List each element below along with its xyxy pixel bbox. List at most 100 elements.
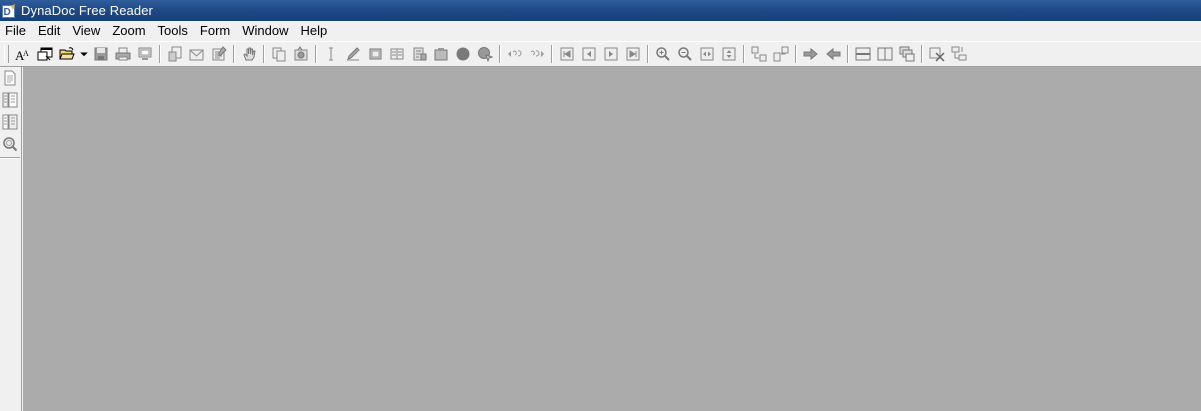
open-window-button[interactable] (34, 43, 56, 65)
tree-icon (951, 46, 967, 61)
arrow-left-icon (826, 47, 841, 61)
monitor-icon (138, 47, 152, 60)
toolbar-separator (159, 45, 161, 63)
toolbar-separator (795, 45, 797, 63)
toolbar-separator (315, 45, 317, 63)
fit-width-button[interactable] (696, 43, 718, 65)
go-back-button[interactable] (822, 43, 844, 65)
stamp-icon (369, 48, 382, 60)
menu-help[interactable]: Help (295, 21, 334, 41)
globe-icon (478, 47, 493, 62)
search-icon (3, 137, 18, 152)
stamp-button[interactable] (364, 43, 386, 65)
single-page-button[interactable] (852, 43, 874, 65)
tree-view-button[interactable] (948, 43, 970, 65)
attachment-icon (413, 47, 427, 61)
toolbar-separator (921, 45, 923, 63)
attach-button[interactable] (408, 43, 430, 65)
go-forward-button[interactable] (800, 43, 822, 65)
columns-button[interactable] (386, 43, 408, 65)
circle-icon (456, 47, 470, 61)
two-page-button[interactable] (874, 43, 896, 65)
close-document-button[interactable] (926, 43, 948, 65)
zoom-in-icon (656, 47, 670, 61)
printer-icon (115, 47, 131, 61)
last-page-icon (626, 47, 640, 61)
split-button[interactable] (770, 43, 792, 65)
svg-text:D: D (4, 7, 11, 18)
open-file-button[interactable] (56, 43, 78, 65)
save-icon (94, 47, 108, 61)
menu-form[interactable]: Form (194, 21, 236, 41)
menu-view[interactable]: View (66, 21, 106, 41)
search-panel-button[interactable] (0, 133, 20, 155)
last-page-button[interactable] (622, 43, 644, 65)
thumbnails-panel-button[interactable] (0, 111, 20, 133)
print-preview-button[interactable] (134, 43, 156, 65)
open-dropdown-button[interactable] (78, 43, 90, 65)
first-page-icon (560, 47, 574, 61)
dropdown-arrow-icon (80, 52, 88, 57)
toolbar-separator (743, 45, 745, 63)
print-button[interactable] (112, 43, 134, 65)
toolbar-separator (233, 45, 235, 63)
zoom-in-button[interactable] (652, 43, 674, 65)
menu-zoom[interactable]: Zoom (106, 21, 151, 41)
zoom-out-icon (678, 47, 692, 61)
menu-window[interactable]: Window (236, 21, 294, 41)
pen-tool-button[interactable] (342, 43, 364, 65)
fit-width-icon (700, 47, 714, 61)
cascade-button[interactable] (896, 43, 918, 65)
notes-button[interactable] (208, 43, 230, 65)
menu-file[interactable]: File (0, 21, 32, 41)
svg-text:A: A (23, 49, 29, 58)
side-panel-bar (0, 67, 22, 411)
toolbar-separator (499, 45, 501, 63)
envelope-icon (189, 49, 204, 61)
toolbar-separator (263, 45, 265, 63)
next-page-button[interactable] (600, 43, 622, 65)
camera-doc-icon (294, 46, 308, 61)
menu-tools[interactable]: Tools (152, 21, 194, 41)
folder-open-icon (59, 47, 75, 60)
pages-panel-button[interactable] (0, 67, 20, 89)
thumbnails-icon (2, 114, 18, 130)
fit-page-button[interactable] (718, 43, 740, 65)
web-link-button[interactable] (474, 43, 496, 65)
toolbar-grip[interactable] (4, 45, 9, 63)
next-page-icon (604, 47, 618, 61)
first-page-button[interactable] (556, 43, 578, 65)
menu-edit[interactable]: Edit (32, 21, 66, 41)
arrange-button[interactable] (748, 43, 770, 65)
font-icon: A A (15, 48, 29, 62)
document-gear-icon (168, 46, 182, 62)
image-doc-icon (434, 48, 448, 61)
next-view-button[interactable] (526, 43, 548, 65)
window-title: DynaDoc Free Reader (21, 3, 153, 18)
record-button[interactable] (452, 43, 474, 65)
bookmarks-icon (2, 92, 18, 108)
previous-view-button[interactable] (504, 43, 526, 65)
zoom-out-button[interactable] (674, 43, 696, 65)
document-properties-button[interactable] (164, 43, 186, 65)
document-workspace[interactable] (23, 67, 1201, 411)
snapshot-button[interactable] (290, 43, 312, 65)
columns-icon (390, 48, 404, 60)
bookmarks-panel-button[interactable] (0, 89, 20, 111)
text-cursor-icon (329, 47, 333, 61)
hand-tool-button[interactable] (238, 43, 260, 65)
arrow-right-icon (803, 47, 818, 61)
previous-page-button[interactable] (578, 43, 600, 65)
split-icon (773, 46, 789, 62)
toolbar-separator (647, 45, 649, 63)
copy-button[interactable] (268, 43, 290, 65)
save-button[interactable] (90, 43, 112, 65)
fit-page-icon (722, 47, 736, 61)
email-button[interactable] (186, 43, 208, 65)
image-button[interactable] (430, 43, 452, 65)
text-select-button[interactable] (320, 43, 342, 65)
arrange-icon (751, 46, 767, 62)
toolbar-separator (551, 45, 553, 63)
previous-page-icon (582, 47, 596, 61)
font-button[interactable]: A A (12, 43, 34, 65)
